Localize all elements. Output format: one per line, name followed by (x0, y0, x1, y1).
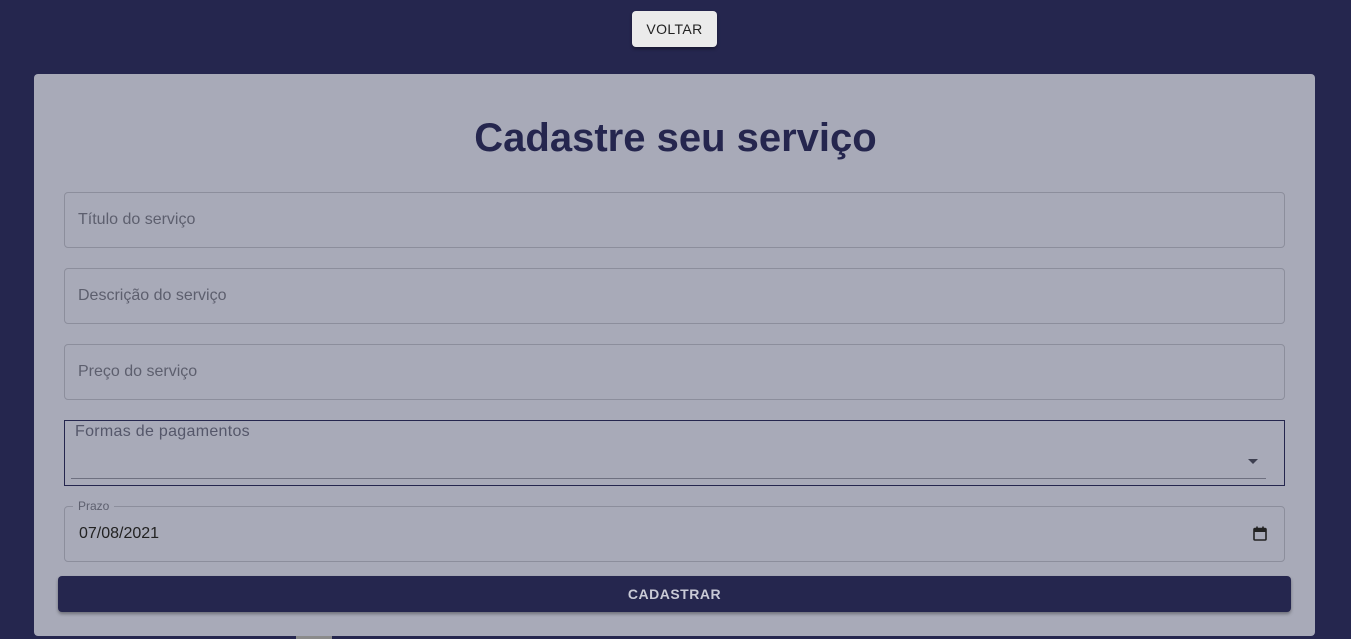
service-price-field (64, 344, 1285, 400)
submit-button[interactable]: CADASTRAR (58, 576, 1291, 612)
payment-methods-label: Formas de pagamentos (75, 423, 250, 440)
service-price-input[interactable] (65, 345, 1284, 399)
deadline-date-value[interactable]: 07/08/2021 (79, 525, 159, 543)
service-title-input[interactable] (65, 193, 1284, 247)
payment-methods-select[interactable]: Formas de pagamentos (64, 420, 1285, 486)
service-title-field (64, 192, 1285, 248)
service-description-input[interactable] (65, 269, 1284, 323)
back-button[interactable]: VOLTAR (632, 11, 717, 47)
deadline-date-field[interactable]: Prazo 07/08/2021 (64, 499, 1285, 562)
deadline-label: Prazo (73, 499, 115, 513)
arrow-drop-down-icon[interactable] (1248, 459, 1258, 464)
calendar-icon[interactable] (1253, 526, 1267, 541)
service-description-field (64, 268, 1285, 324)
select-underline (71, 478, 1266, 479)
page-title: Cadastre seu serviço (474, 116, 877, 160)
